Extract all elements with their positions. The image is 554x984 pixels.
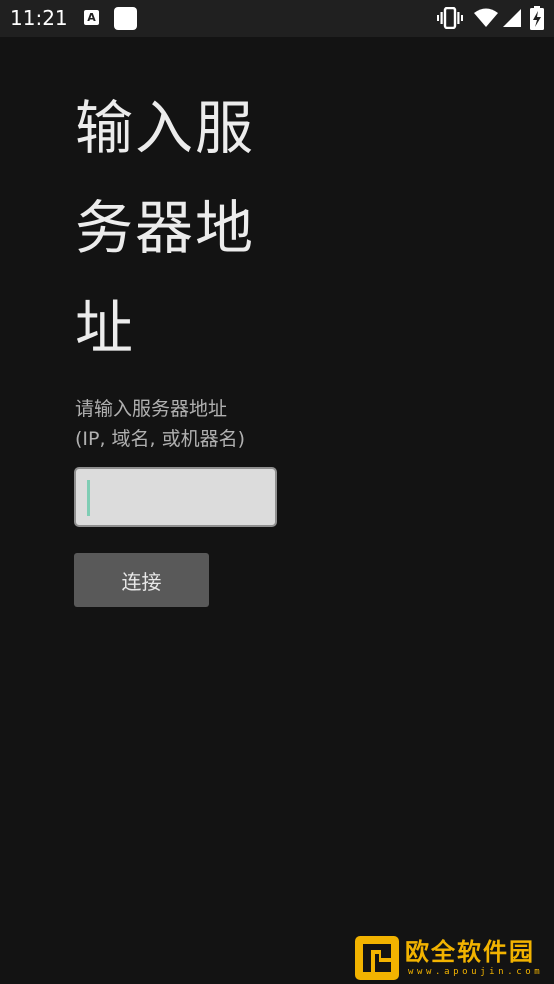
prompt-line-2: (IP, 域名, 或机器名) [75, 428, 246, 450]
watermark: 欧全软件园 www.apoujin.com [355, 936, 550, 982]
status-bar: 11:21 A [0, 0, 554, 37]
server-address-input[interactable] [76, 469, 275, 525]
prompt-line-1: 请输入服务器地址 [75, 398, 228, 420]
text-cursor [87, 480, 90, 516]
app-screen: 11:21 A 输入服务器地址 请输入服务器地址 (IP, 域名, 或机器名) [0, 0, 554, 984]
battery-charging-icon [530, 6, 544, 30]
text-a-icon: A [84, 10, 99, 25]
address-input-container[interactable] [74, 467, 277, 527]
status-time: 11:21 [10, 6, 68, 30]
watermark-url: www.apoujin.com [408, 967, 544, 977]
watermark-logo-icon [355, 936, 399, 980]
connect-button[interactable]: 连接 [74, 553, 209, 607]
vibrate-icon [437, 7, 463, 29]
square-app-icon [114, 7, 137, 30]
address-prompt: 请输入服务器地址 (IP, 域名, 或机器名) [75, 394, 375, 454]
signal-icon [503, 9, 521, 27]
watermark-name: 欧全软件园 [405, 938, 535, 966]
wifi-icon [474, 8, 498, 27]
page-title: 输入服务器地址 [75, 94, 256, 362]
